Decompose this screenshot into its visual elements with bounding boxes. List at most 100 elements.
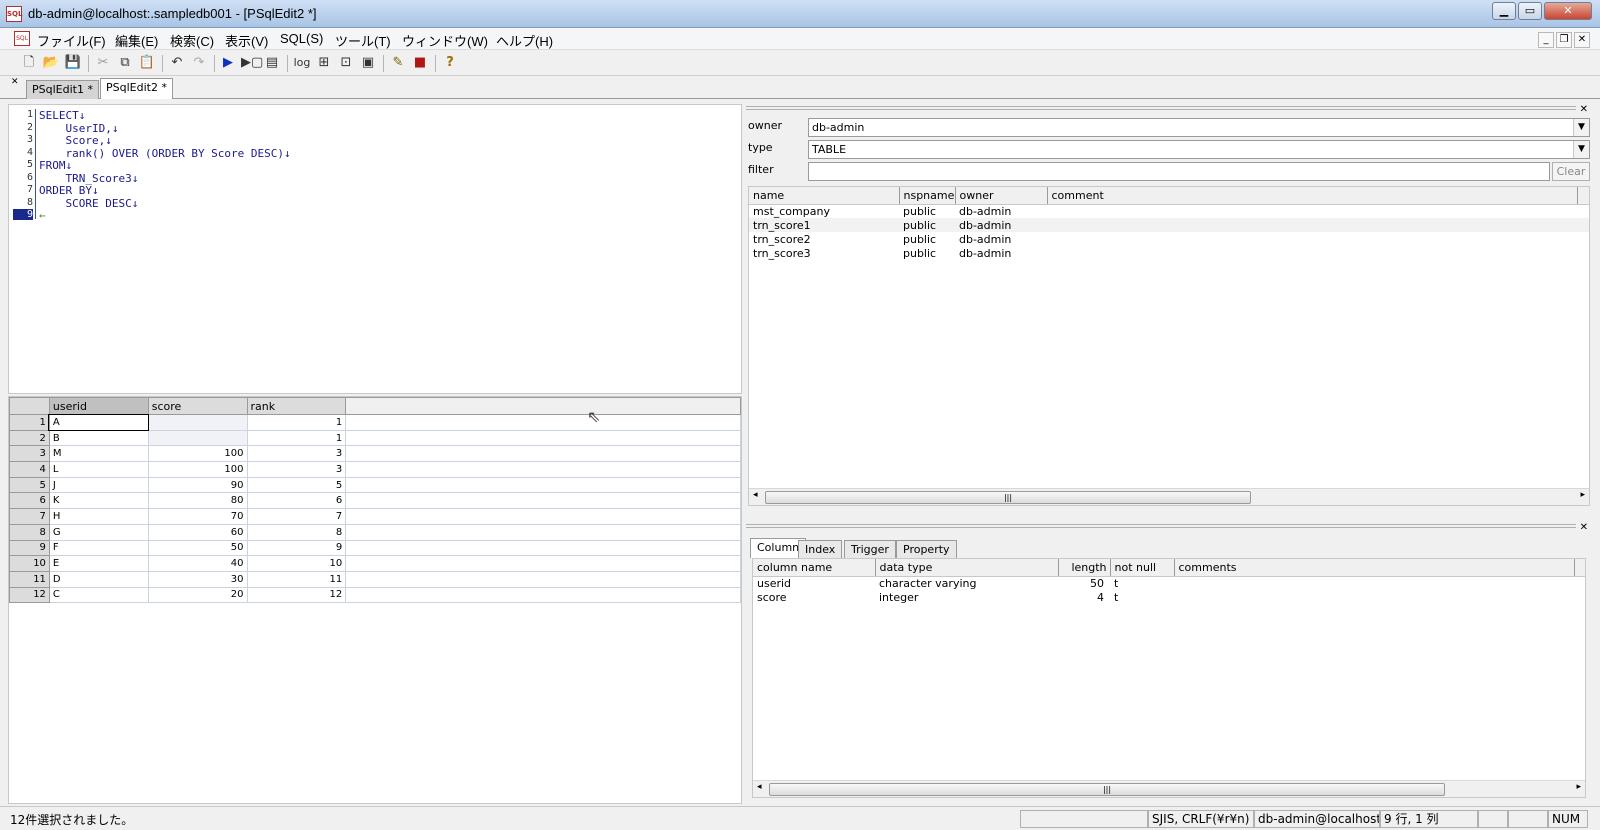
scroll-right-icon[interactable]: ▸	[1580, 490, 1585, 500]
column-header[interactable]: owner	[955, 187, 1048, 205]
cell-score[interactable]: 60	[147, 523, 248, 541]
object-row[interactable]: trn_score3 public db-admin	[749, 246, 1589, 260]
cell-rank[interactable]: 12	[246, 586, 347, 604]
mdi-restore-button[interactable]: ❐	[1556, 32, 1572, 48]
menu-edit[interactable]: 編集(E)	[115, 31, 158, 50]
cell-score[interactable]: 20	[147, 586, 248, 604]
column-list[interactable]: column name data type length not null co…	[752, 558, 1586, 798]
grid-row[interactable]: 12 C 20 12	[9, 586, 741, 604]
type-select[interactable]: TABLE ▼	[808, 140, 1590, 159]
scroll-left-icon[interactable]: ◂	[753, 490, 758, 500]
column-header[interactable]: userid	[48, 397, 149, 415]
tab-property[interactable]: Property	[896, 540, 957, 558]
cell-score[interactable]: 40	[147, 555, 248, 572]
text-view-icon[interactable]: ▣	[359, 54, 377, 72]
cell-score[interactable]	[147, 429, 248, 447]
cell-userid[interactable]: D	[48, 570, 149, 588]
panel-close-icon[interactable]: ✕	[1580, 104, 1588, 115]
owner-select[interactable]: db-admin ▼	[808, 118, 1590, 137]
mdi-close-button[interactable]: ✕	[1574, 32, 1590, 48]
explain-icon[interactable]: ▤	[263, 54, 281, 72]
grid-row[interactable]: 11 D 30 11	[9, 570, 741, 588]
redo-icon[interactable]: ↷	[190, 54, 208, 72]
column-header[interactable]: not null	[1110, 559, 1175, 577]
cell-score[interactable]	[147, 414, 248, 431]
cell-rank[interactable]: 1	[246, 414, 347, 431]
column-header[interactable]: nspname	[899, 187, 956, 205]
menu-view[interactable]: 表示(V)	[225, 31, 268, 50]
cell-score[interactable]: 100	[147, 445, 248, 463]
filter-input[interactable]	[808, 162, 1550, 181]
cell-rank[interactable]: 6	[246, 492, 347, 510]
stop-icon[interactable]: ■	[411, 54, 429, 72]
grid-row[interactable]: 5 J 90 5	[9, 476, 741, 494]
cell-userid[interactable]: M	[48, 445, 149, 463]
clear-button[interactable]: Clear	[1552, 162, 1590, 181]
column-header[interactable]: score	[147, 397, 248, 415]
column-header[interactable]: name	[749, 187, 900, 205]
column-header[interactable]: rank	[246, 397, 347, 415]
cell-rank[interactable]: 5	[246, 476, 347, 494]
undo-icon[interactable]: ↶	[168, 54, 186, 72]
column-header[interactable]: comments	[1174, 559, 1575, 577]
grid-row[interactable]: 8 G 60 8	[9, 523, 741, 541]
tab-close-icon[interactable]: ✕	[11, 77, 19, 87]
object-row[interactable]: trn_score2 public db-admin	[749, 232, 1589, 246]
cell-score[interactable]: 70	[147, 508, 248, 525]
scroll-right-icon[interactable]: ▸	[1576, 782, 1581, 792]
grid-row[interactable]: 10 E 40 10	[9, 555, 741, 572]
cell-userid[interactable]: L	[48, 461, 149, 478]
column-header[interactable]: column name	[753, 559, 876, 577]
cell-score[interactable]: 30	[147, 570, 248, 588]
grid-expand-icon[interactable]: ⊡	[337, 54, 355, 72]
tab-trigger[interactable]: Trigger	[844, 540, 896, 558]
cell-rank[interactable]: 8	[246, 523, 347, 541]
help-icon[interactable]: ?	[441, 54, 459, 72]
maximize-button[interactable]: ▭	[1518, 2, 1542, 20]
cell-rank[interactable]: 10	[246, 555, 347, 572]
grid-row[interactable]: 2B 1	[9, 429, 741, 447]
column-row[interactable]: score integer 4 t	[753, 590, 1585, 604]
cell-rank[interactable]: 1	[246, 429, 347, 447]
menu-window[interactable]: ウィンドウ(W)	[402, 31, 488, 50]
object-row[interactable]: trn_score1 public db-admin	[749, 218, 1589, 232]
result-grid[interactable]: userid score rank 1 A 1 2 B 1 3 M 100 3 4 L 100 3 5 J 90…	[8, 396, 742, 804]
execute-step-icon[interactable]: ▶▢	[241, 54, 263, 72]
tab-index[interactable]: Index	[798, 540, 843, 558]
panel-close-icon[interactable]: ✕	[1580, 522, 1588, 533]
cell-userid[interactable]: B	[48, 429, 149, 447]
object-list[interactable]: name nspname owner comment mst_company pu…	[748, 186, 1590, 506]
close-button[interactable]: ✕	[1544, 2, 1592, 20]
scroll-left-icon[interactable]: ◂	[757, 782, 762, 792]
cell-userid[interactable]: C	[48, 586, 149, 604]
scrollbar-thumb[interactable]: |||	[765, 491, 1251, 504]
scrollbar-thumb[interactable]: |||	[769, 783, 1445, 796]
cell-rank[interactable]: 9	[246, 539, 347, 557]
mdi-minimize-button[interactable]: _	[1538, 32, 1554, 48]
save-icon[interactable]: 💾	[64, 54, 82, 72]
pen-icon[interactable]: ✎	[389, 54, 407, 72]
cell-score[interactable]: 50	[147, 539, 248, 557]
cell-score[interactable]: 80	[147, 492, 248, 510]
cell-userid[interactable]: E	[48, 555, 149, 572]
grid-row[interactable]: 3 M 100 3	[9, 445, 741, 463]
paste-icon[interactable]: 📋	[138, 54, 156, 72]
grid-row[interactable]: 7 H 70 7	[9, 508, 741, 525]
cell-userid[interactable]: F	[48, 539, 149, 557]
menu-tools[interactable]: ツール(T)	[335, 31, 391, 50]
cell-score[interactable]: 100	[147, 461, 248, 478]
sql-editor[interactable]: 1 SELECT↓ 2 UserID,↓ 3 Score,↓ 4 rank() …	[8, 104, 742, 394]
grid-row[interactable]: 1A1	[9, 413, 741, 432]
open-folder-icon[interactable]: 📂	[42, 54, 60, 72]
new-file-icon[interactable]: 🗋	[20, 54, 38, 72]
cell-rank[interactable]: 11	[246, 570, 347, 588]
document-icon[interactable]: SQL	[14, 31, 30, 46]
chevron-down-icon[interactable]: ▼	[1573, 119, 1589, 136]
cut-icon[interactable]: ✂	[94, 54, 112, 72]
horizontal-scrollbar[interactable]: ◂ ||| ▸	[753, 780, 1585, 797]
log-icon[interactable]: log	[293, 54, 311, 72]
cell-userid[interactable]: K	[48, 492, 149, 510]
grid-row[interactable]: 9 F 50 9	[9, 539, 741, 557]
cell-rank[interactable]: 3	[246, 445, 347, 463]
column-header[interactable]: length	[1058, 559, 1111, 577]
